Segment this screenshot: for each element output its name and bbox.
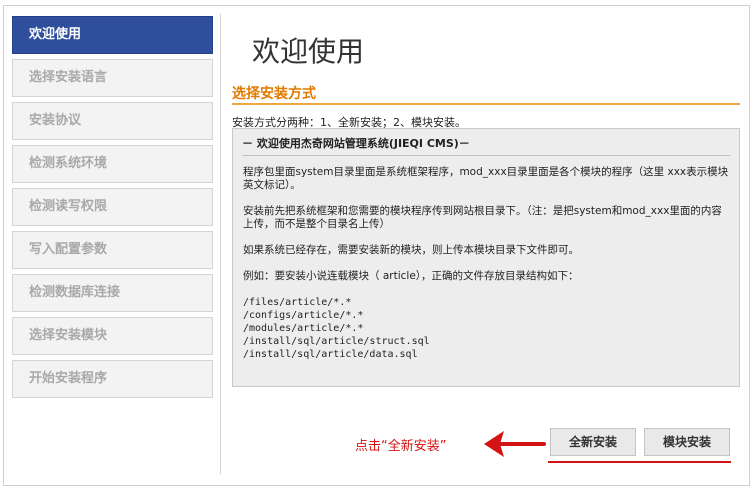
path-list: /files/article/*.* /configs/article/*.* … [243, 296, 729, 361]
sidebar-item-database[interactable]: 检测数据库连接 [12, 274, 213, 312]
page-title: 欢迎使用 [252, 35, 365, 68]
sidebar-item-permissions[interactable]: 检测读写权限 [12, 188, 213, 226]
info-box-heading: － 欢迎使用杰奇网站管理系统(JIEQI CMS)－ [242, 137, 730, 156]
info-paragraph-upload: 安装前先把系统框架和您需要的模块程序传到网站根目录下。（注：是把system和m… [243, 205, 722, 230]
install-steps-sidebar: 欢迎使用 选择安装语言 安装协议 检测系统环境 检测读写权限 写入配置参数 检测… [12, 16, 213, 403]
module-install-button[interactable]: 模块安装 [644, 428, 730, 456]
info-paragraph-example: 例如：要安装小说连载模块（ article），正确的文件存放目录结构如下： [243, 270, 579, 282]
highlight-underline [548, 461, 731, 463]
sidebar-item-agreement[interactable]: 安装协议 [12, 102, 213, 140]
sidebar-item-start-install[interactable]: 开始安装程序 [12, 360, 213, 398]
sidebar-item-system-check[interactable]: 检测系统环境 [12, 145, 213, 183]
path-item: /files/article/*.* [243, 297, 352, 308]
path-item: /install/sql/article/struct.sql [243, 336, 430, 347]
click-hint-text: 点击“全新安装” [355, 439, 447, 454]
info-box: － 欢迎使用杰奇网站管理系统(JIEQI CMS)－ 程序包里面system目录… [232, 128, 740, 387]
path-item: /configs/article/*.* [243, 310, 364, 321]
sidebar-item-welcome[interactable]: 欢迎使用 [12, 16, 213, 54]
info-paragraph-structure: 程序包里面system目录里面是系统框架程序，mod_xxx目录里面是各个模块的… [243, 166, 729, 191]
sidebar-item-config[interactable]: 写入配置参数 [12, 231, 213, 269]
path-item: /modules/article/*.* [243, 323, 364, 334]
path-item: /install/sql/article/data.sql [243, 349, 418, 360]
vertical-divider [220, 14, 221, 474]
arrow-left-icon [484, 431, 546, 457]
info-paragraph-existing: 如果系统已经存在，需要安装新的模块，则上传本模块目录下文件即可。 [243, 244, 579, 256]
sidebar-item-language[interactable]: 选择安装语言 [12, 59, 213, 97]
section-title: 选择安装方式 [232, 86, 316, 102]
info-box-body: 程序包里面system目录里面是系统框架程序，mod_xxx目录里面是各个模块的… [233, 156, 739, 361]
new-install-button[interactable]: 全新安装 [550, 428, 636, 456]
section-divider [232, 103, 740, 105]
sidebar-item-modules[interactable]: 选择安装模块 [12, 317, 213, 355]
